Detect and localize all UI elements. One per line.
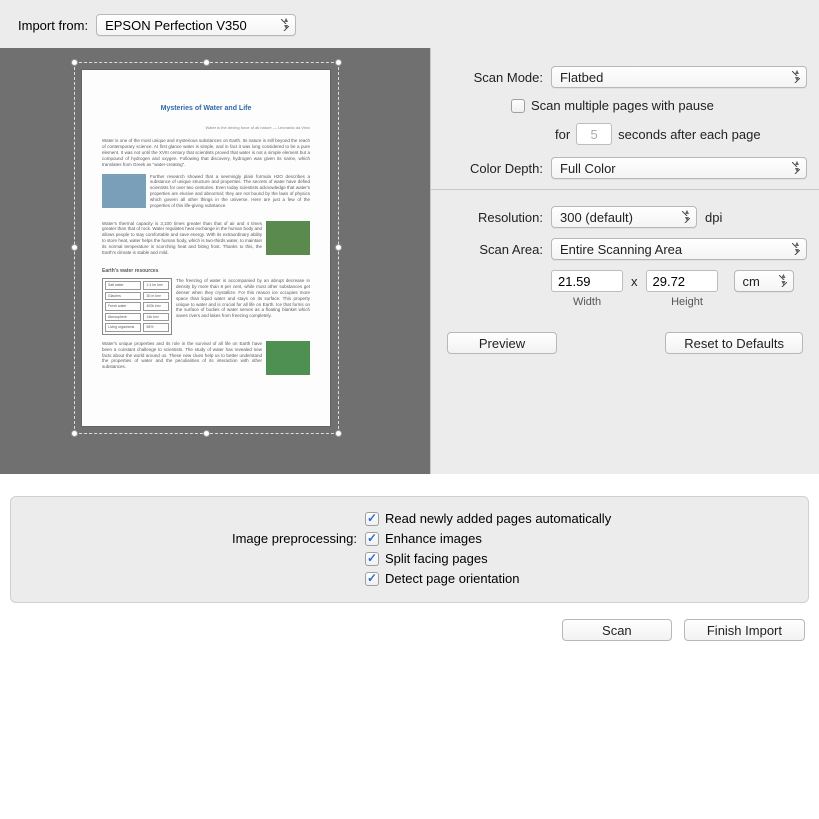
resize-handle-e[interactable] [335,244,342,251]
resize-handle-s[interactable] [203,430,210,437]
read-auto-checkbox[interactable] [365,512,379,526]
scan-mode-value: Flatbed [560,70,603,85]
resize-handle-se[interactable] [335,430,342,437]
scan-button[interactable]: Scan [562,619,672,641]
color-depth-label: Color Depth: [443,161,543,176]
split-checkbox[interactable] [365,552,379,566]
pause-seconds-input[interactable] [576,123,612,145]
color-depth-select[interactable]: Full Color [551,157,807,179]
detect-orientation-checkbox[interactable] [365,572,379,586]
resize-handle-sw[interactable] [71,430,78,437]
scan-area-label: Scan Area: [443,242,543,257]
multi-page-checkbox[interactable] [511,99,525,113]
resolution-value: 300 (default) [560,210,633,225]
height-caption: Height [651,296,723,308]
dpi-label: dpi [705,210,722,225]
resize-handle-ne[interactable] [335,59,342,66]
preprocessing-label: Image preprocessing: [29,511,357,546]
scan-area-value: Entire Scanning Area [560,242,682,257]
scan-mode-select[interactable]: Flatbed [551,66,807,88]
multi-page-label: Scan multiple pages with pause [531,98,714,113]
scanner-select[interactable]: EPSON Perfection V350 [96,14,296,36]
scan-settings-pane: Scan Mode: Flatbed Scan multiple pages w… [430,48,819,474]
resolution-label: Resolution: [443,210,543,225]
preview-doc-title: Mysteries of Water and Life [102,104,310,113]
width-input[interactable] [551,270,623,292]
enhance-label: Enhance images [385,531,482,546]
split-label: Split facing pages [385,551,488,566]
scanner-select-value: EPSON Perfection V350 [105,18,247,33]
preview-page: Mysteries of Water and Life Water is the… [82,70,330,426]
enhance-checkbox[interactable] [365,532,379,546]
scan-area-select[interactable]: Entire Scanning Area [551,238,807,260]
reset-defaults-button[interactable]: Reset to Defaults [665,332,803,354]
read-auto-label: Read newly added pages automatically [385,511,611,526]
color-depth-value: Full Color [560,161,616,176]
unit-value: cm [743,274,760,289]
scan-mode-label: Scan Mode: [443,70,543,85]
for-label: for [555,127,570,142]
resize-handle-w[interactable] [71,244,78,251]
scan-preview-pane[interactable]: Mysteries of Water and Life Water is the… [0,48,430,474]
width-caption: Width [551,296,623,308]
resize-handle-n[interactable] [203,59,210,66]
options-panel: Image preprocessing: Read newly added pa… [10,496,809,603]
seconds-after-label: seconds after each page [618,127,760,142]
resolution-select[interactable]: 300 (default) [551,206,697,228]
resize-handle-nw[interactable] [71,59,78,66]
unit-select[interactable]: cm [734,270,794,292]
height-input[interactable] [646,270,718,292]
import-topbar: Import from: EPSON Perfection V350 [0,0,819,48]
detect-orientation-label: Detect page orientation [385,571,519,586]
finish-import-button[interactable]: Finish Import [684,619,805,641]
footer-buttons: Scan Finish Import [0,603,819,641]
import-from-label: Import from: [18,18,88,33]
times-label: x [631,274,638,289]
preview-button[interactable]: Preview [447,332,557,354]
